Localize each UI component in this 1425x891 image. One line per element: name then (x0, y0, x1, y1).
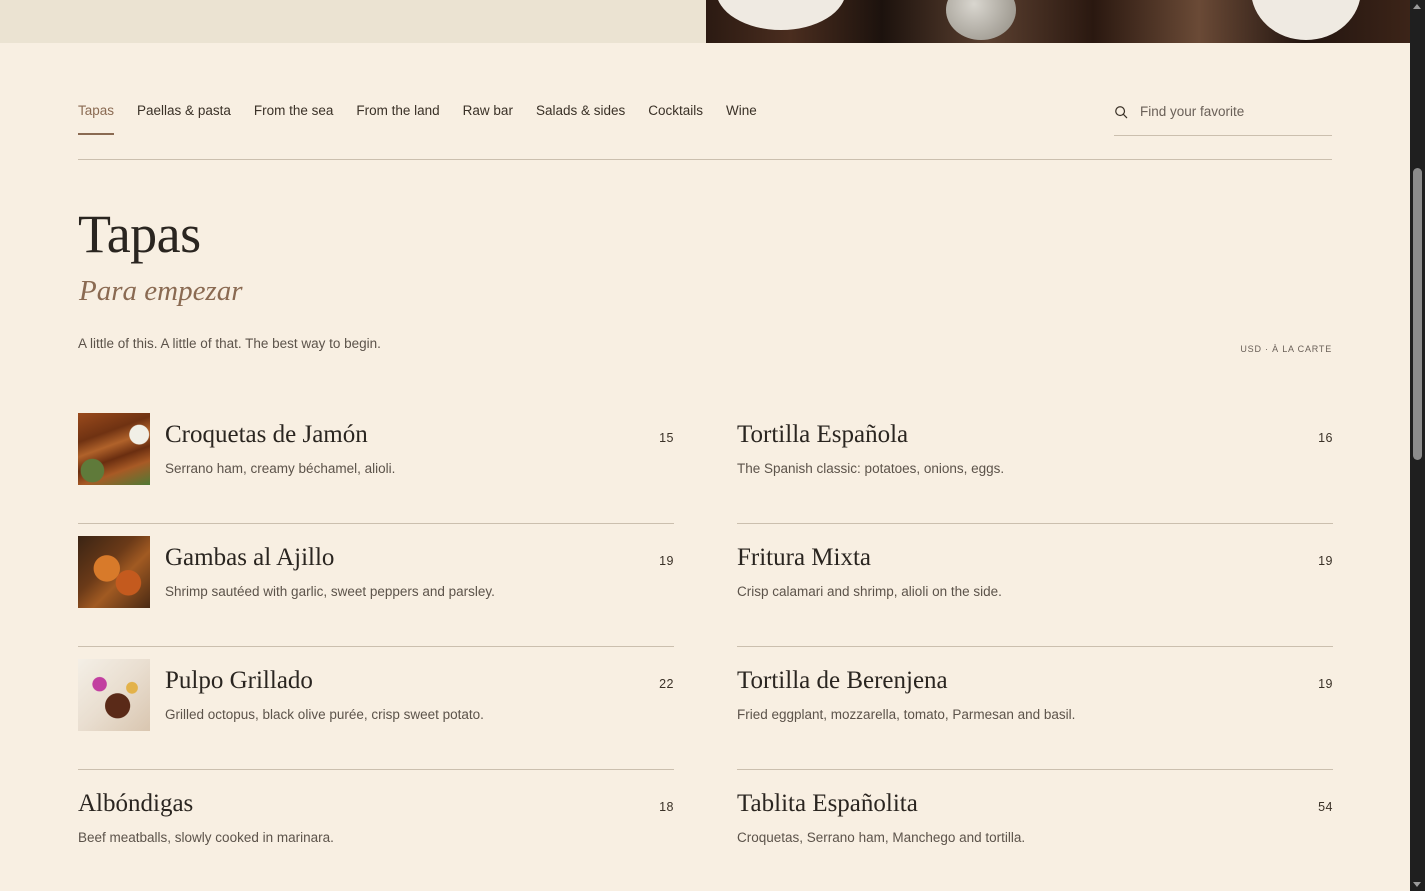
hero-banner-left (0, 0, 706, 43)
croquetas-photo (78, 413, 150, 485)
menu-item-price: 19 (1318, 677, 1333, 691)
menu-item-name: Tortilla Española (737, 421, 909, 448)
tab-from-the-land[interactable]: From the land (356, 100, 439, 135)
menu-item-name: Croquetas de Jamón (165, 421, 368, 448)
search-icon[interactable] (1114, 105, 1128, 119)
menu-item-price: 19 (1318, 554, 1333, 568)
tab-raw-bar[interactable]: Raw bar (463, 100, 513, 135)
menu-item-price: 22 (659, 677, 674, 691)
menu-item[interactable]: Tablita Españolita Croquetas, Serrano ha… (737, 770, 1333, 891)
gambas-photo (78, 536, 150, 608)
menu-item-description: Croquetas, Serrano ham, Manchego and tor… (737, 830, 1026, 845)
menu-column-left: Croquetas de Jamón Serrano ham, creamy b… (78, 401, 674, 891)
menu-item[interactable]: Tortilla de Berenjena Fried eggplant, mo… (737, 647, 1333, 770)
menu-item-description: Fried eggplant, mozzarella, tomato, Parm… (737, 707, 1076, 722)
menu-item-name: Tortilla de Berenjena (737, 667, 948, 694)
menu-item-name: Pulpo Grillado (165, 667, 313, 694)
hero-food-photo (706, 0, 1410, 43)
tab-from-the-sea[interactable]: From the sea (254, 100, 334, 135)
menu-item-description: Serrano ham, creamy béchamel, alioli. (165, 461, 396, 476)
menu-item-description: Shrimp sautéed with garlic, sweet pepper… (165, 584, 495, 599)
scrollbar-thumb[interactable] (1413, 168, 1422, 460)
menu-item-description: Crisp calamari and shrimp, alioli on the… (737, 584, 1002, 599)
menu-item[interactable]: Fritura Mixta Crisp calamari and shrimp,… (737, 524, 1333, 647)
divider (78, 159, 1332, 160)
menu-item-name: Gambas al Ajillo (165, 544, 335, 571)
page-title: Tapas (78, 204, 201, 264)
menu-item[interactable]: Gambas al Ajillo Shrimp sautéed with gar… (78, 524, 674, 647)
menu-item-price: 15 (659, 431, 674, 445)
menu-item-price: 54 (1318, 800, 1333, 814)
tab-paellas-pasta[interactable]: Paellas & pasta (137, 100, 231, 135)
menu-item[interactable]: Albóndigas Beef meatballs, slowly cooked… (78, 770, 674, 891)
menu-item[interactable]: Tortilla Española The Spanish classic: p… (737, 401, 1333, 524)
menu-item-description: Beef meatballs, slowly cooked in marinar… (78, 830, 334, 845)
pulpo-photo (78, 659, 150, 731)
menu-category-tabs: Tapas Paellas & pasta From the sea From … (78, 100, 780, 136)
scroll-up-arrow-icon[interactable] (1413, 4, 1421, 9)
search-input[interactable] (1140, 104, 1320, 119)
scrollbar[interactable] (1410, 0, 1425, 891)
search-bar (1114, 100, 1332, 136)
menu-item-name: Albóndigas (78, 790, 194, 817)
tab-cocktails[interactable]: Cocktails (648, 100, 703, 135)
page-subtitle: Para empezar (79, 275, 243, 307)
menu-item[interactable]: Pulpo Grillado Grilled octopus, black ol… (78, 647, 674, 770)
section-intro: A little of this. A little of that. The … (78, 336, 381, 351)
menu-item-name: Tablita Españolita (737, 790, 918, 817)
menu-item-price: 16 (1318, 431, 1333, 445)
menu-item-price: 19 (659, 554, 674, 568)
currency-note: USD · À LA CARTE (1240, 344, 1332, 354)
tab-tapas[interactable]: Tapas (78, 100, 115, 135)
menu-item-description: Grilled octopus, black olive purée, cris… (165, 707, 484, 722)
scroll-down-arrow-icon[interactable] (1413, 882, 1421, 887)
menu-column-right: Tortilla Española The Spanish classic: p… (737, 401, 1333, 891)
menu-item-name: Fritura Mixta (737, 544, 872, 571)
menu-item-price: 18 (659, 800, 674, 814)
tab-wine[interactable]: Wine (726, 100, 757, 135)
menu-item[interactable]: Croquetas de Jamón Serrano ham, creamy b… (78, 401, 674, 524)
menu-item-description: The Spanish classic: potatoes, onions, e… (737, 461, 1005, 476)
tab-salads-sides[interactable]: Salads & sides (536, 100, 625, 135)
